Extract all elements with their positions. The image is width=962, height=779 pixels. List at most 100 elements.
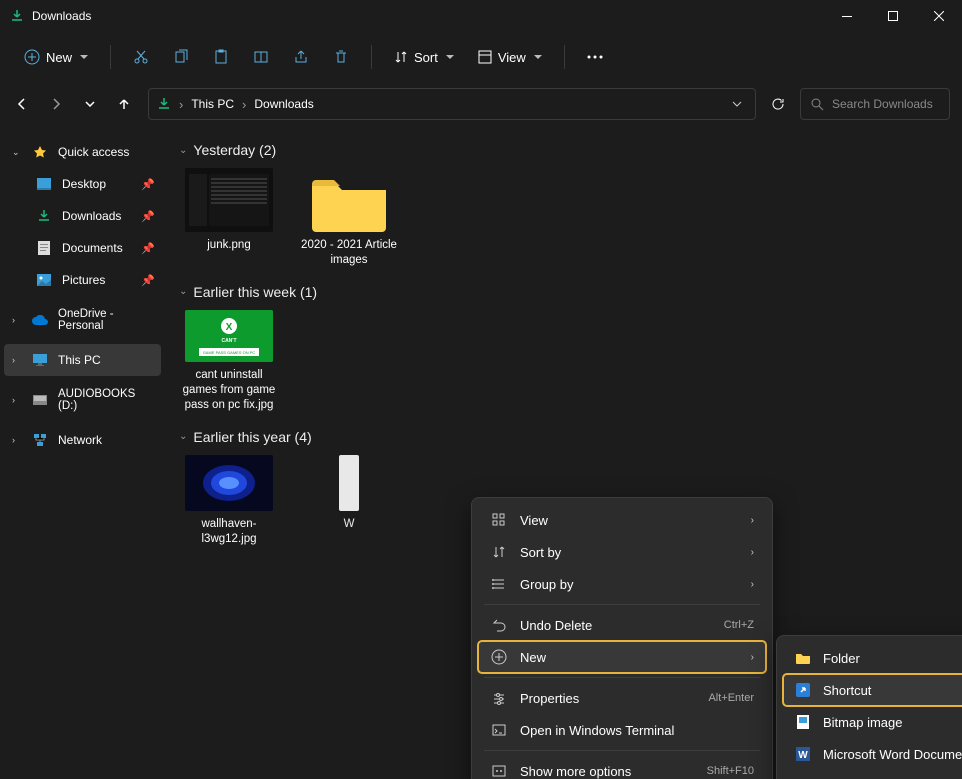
paste-button[interactable] [203, 39, 239, 75]
image-thumbnail [185, 168, 273, 232]
share-button[interactable] [283, 39, 319, 75]
sidebar-item-this-pc[interactable]: › This PC [4, 344, 161, 376]
sort-icon [490, 545, 508, 559]
chevron-right-icon: › [12, 435, 22, 445]
cm-new-bitmap[interactable]: Bitmap image [783, 706, 962, 738]
new-button[interactable]: New [14, 39, 98, 75]
folder-icon [306, 168, 392, 232]
pin-icon: 📌 [141, 210, 155, 223]
cm-show-more[interactable]: Show more options Shift+F10 [478, 755, 766, 779]
group-icon [490, 577, 508, 591]
cm-new-folder[interactable]: Folder [783, 642, 962, 674]
pin-icon: 📌 [141, 274, 155, 287]
search-icon [811, 98, 824, 111]
chevron-down-icon: ⌄ [179, 431, 187, 442]
documents-icon [36, 240, 52, 256]
close-button[interactable] [916, 0, 962, 32]
cm-new-word[interactable]: W Microsoft Word Document [783, 738, 962, 770]
view-button[interactable]: View [468, 39, 552, 75]
toolbar: New Sort View [0, 32, 962, 82]
sidebar-item-downloads[interactable]: Downloads 📌 [0, 200, 165, 232]
titlebar: Downloads [0, 0, 962, 32]
context-submenu-new: Folder Shortcut Bitmap image W Microsoft… [776, 635, 962, 779]
onedrive-icon [32, 312, 48, 328]
sort-button[interactable]: Sort [384, 39, 464, 75]
chevron-right-icon: › [751, 515, 754, 526]
star-icon [32, 144, 48, 160]
drive-icon [32, 392, 48, 408]
forward-button[interactable] [46, 94, 66, 114]
content-area[interactable]: ⌄ Yesterday (2) junk.png 2020 - 2021 Art… [165, 126, 962, 779]
image-thumbnail [185, 455, 273, 511]
svg-text:GAME PASS GAMES ON PC: GAME PASS GAMES ON PC [203, 350, 256, 355]
plus-circle-icon [490, 649, 508, 665]
file-item[interactable]: junk.png [179, 168, 279, 268]
sidebar-item-pictures[interactable]: Pictures 📌 [0, 264, 165, 296]
svg-text:X: X [226, 322, 233, 333]
file-item[interactable]: XCAN'TGAME PASS GAMES ON PC cant uninsta… [179, 310, 279, 413]
folder-item[interactable]: 2020 - 2021 Article images [299, 168, 399, 268]
shortcut-icon [795, 682, 811, 698]
pin-icon: 📌 [141, 178, 155, 191]
grid-icon [490, 513, 508, 527]
downloads-icon [10, 9, 24, 23]
cm-view[interactable]: View › [478, 504, 766, 536]
breadcrumb-item[interactable]: This PC [187, 95, 238, 113]
file-item[interactable]: wallhaven-l3wg12.jpg [179, 455, 279, 547]
chevron-right-icon: › [12, 355, 22, 365]
cm-new[interactable]: New › [478, 641, 766, 673]
sidebar-item-network[interactable]: › Network [0, 424, 165, 456]
section-earlier-week[interactable]: ⌄ Earlier this week (1) [179, 284, 948, 300]
cm-new-winrar[interactable]: WinRAR archive [783, 770, 962, 779]
search-input[interactable]: Search Downloads [800, 88, 950, 120]
cm-sort-by[interactable]: Sort by › [478, 536, 766, 568]
window-title: Downloads [32, 9, 91, 23]
delete-button[interactable] [323, 39, 359, 75]
file-item[interactable]: W [299, 455, 399, 547]
section-earlier-year[interactable]: ⌄ Earlier this year (4) [179, 429, 948, 445]
chevron-down-icon[interactable] [727, 94, 747, 114]
image-thumbnail [339, 455, 359, 511]
more-button[interactable] [577, 39, 613, 75]
context-menu: View › Sort by › Group by › Undo Delete … [471, 497, 773, 779]
pin-icon: 📌 [141, 242, 155, 255]
sidebar-item-desktop[interactable]: Desktop 📌 [0, 168, 165, 200]
cm-group-by[interactable]: Group by › [478, 568, 766, 600]
word-icon: W [795, 746, 811, 762]
back-button[interactable] [12, 94, 32, 114]
cm-undo-delete[interactable]: Undo Delete Ctrl+Z [478, 609, 766, 641]
section-yesterday[interactable]: ⌄ Yesterday (2) [179, 142, 948, 158]
image-thumbnail: XCAN'TGAME PASS GAMES ON PC [185, 310, 273, 362]
maximize-button[interactable] [870, 0, 916, 32]
pc-icon [32, 352, 48, 368]
chevron-right-icon: › [12, 315, 22, 325]
breadcrumb-item[interactable]: Downloads [250, 95, 317, 113]
minimize-button[interactable] [824, 0, 870, 32]
undo-icon [490, 618, 508, 632]
cm-properties[interactable]: Properties Alt+Enter [478, 682, 766, 714]
sidebar-item-quick-access[interactable]: ⌄ Quick access [0, 136, 165, 168]
cm-new-shortcut[interactable]: Shortcut [783, 674, 962, 706]
cut-button[interactable] [123, 39, 159, 75]
chevron-right-icon: › [751, 652, 754, 663]
up-button[interactable] [114, 94, 134, 114]
network-icon [32, 432, 48, 448]
sidebar-item-audiobooks[interactable]: › AUDIOBOOKS (D:) [0, 384, 165, 416]
terminal-icon [490, 723, 508, 737]
desktop-icon [36, 176, 52, 192]
chevron-down-icon [80, 55, 88, 59]
cm-open-terminal[interactable]: Open in Windows Terminal [478, 714, 766, 746]
pictures-icon [36, 272, 52, 288]
sidebar-item-documents[interactable]: Documents 📌 [0, 232, 165, 264]
rename-button[interactable] [243, 39, 279, 75]
svg-text:W: W [798, 750, 808, 761]
copy-button[interactable] [163, 39, 199, 75]
sidebar: ⌄ Quick access Desktop 📌 Downloads 📌 Doc… [0, 126, 165, 779]
downloads-icon [36, 208, 52, 224]
breadcrumb: › This PC › Downloads [179, 95, 719, 113]
refresh-button[interactable] [764, 97, 792, 111]
addressbar[interactable]: › This PC › Downloads [148, 88, 756, 120]
chevron-right-icon: › [751, 547, 754, 558]
recent-button[interactable] [80, 94, 100, 114]
sidebar-item-onedrive[interactable]: › OneDrive - Personal [0, 304, 165, 336]
